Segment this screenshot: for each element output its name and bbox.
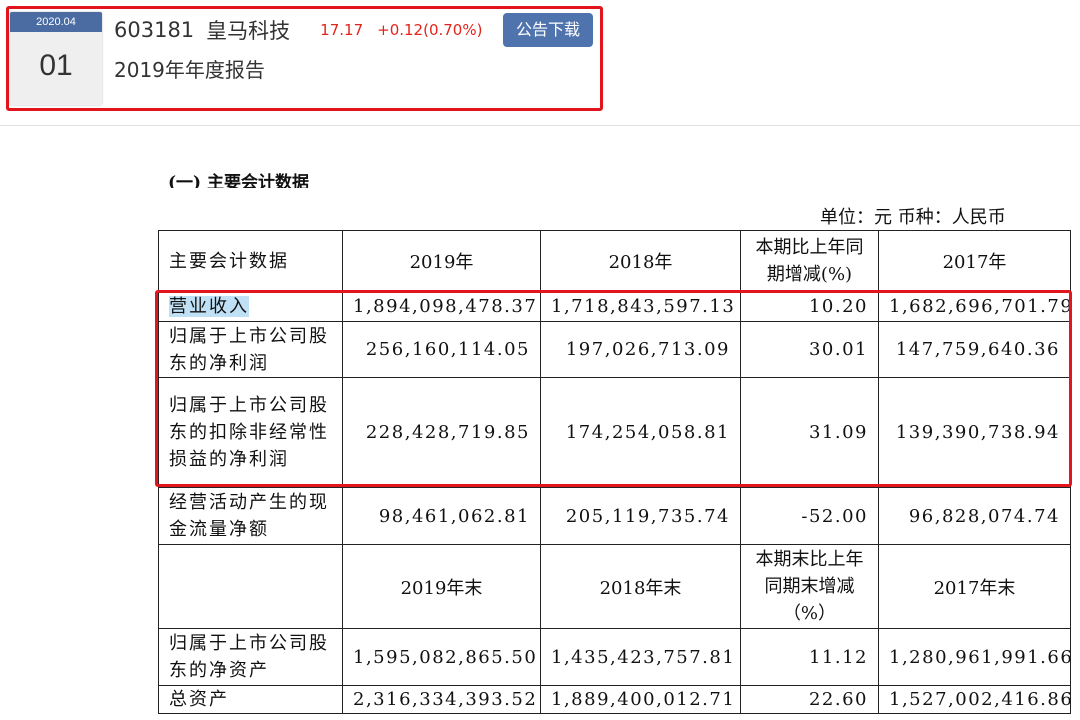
change-percent: 11.12 <box>740 628 879 686</box>
table-row: 归属于上市公司股东的净利润 256,160,114.05 197,026,713… <box>158 321 1071 378</box>
value-2018: 1,435,423,757.81 <box>540 628 741 686</box>
table-header-row: 2019年末 2018年末 本期末比上年同期末增减（%） 2017年末 <box>158 544 1071 629</box>
change-percent: -52.00 <box>740 487 879 545</box>
table-row: 营业收入 1,894,098,478.37 1,718,843,597.13 1… <box>158 291 1072 322</box>
value-2017: 96,828,074.74 <box>878 487 1071 545</box>
stock-code[interactable]: 603181 <box>114 18 194 42</box>
value-2017: 147,759,640.36 <box>878 321 1071 378</box>
header-cell: 2019年 <box>342 230 541 292</box>
table-row: 经营活动产生的现金流量净额 98,461,062.81 205,119,735.… <box>158 487 1071 545</box>
value-2018: 1,889,400,012.71 <box>540 685 741 714</box>
value-2018: 1,718,843,597.13 <box>540 291 741 322</box>
date-badge-month: 2020.04 <box>10 12 102 32</box>
table-row: 归属于上市公司股东的净资产 1,595,082,865.50 1,435,423… <box>158 628 1072 686</box>
row-label: 归属于上市公司股东的净资产 <box>158 628 343 686</box>
header-cell: 2018年 <box>540 230 741 292</box>
value-2019: 228,428,719.85 <box>342 377 541 488</box>
highlighted-label: 营业收入 <box>169 296 249 317</box>
table-header-row: 主要会计数据 2019年 2018年 本期比上年同期增减(%) 2017年 <box>158 230 1071 292</box>
value-2019: 1,894,098,478.37 <box>342 291 541 322</box>
row-label: 经营活动产生的现金流量净额 <box>158 487 343 545</box>
header-cell: 2017年末 <box>878 544 1071 629</box>
download-announcement-button[interactable]: 公告下载 <box>503 13 593 47</box>
change-percent: 30.01 <box>740 321 879 378</box>
value-2017: 1,527,002,416.86 <box>878 685 1072 714</box>
unit-currency-line: 单位：元 币种：人民币 <box>820 207 1006 228</box>
stock-change: +0.12(0.70%) <box>377 21 483 39</box>
row-label: 归属于上市公司股东的扣除非经常性损益的净利润 <box>158 377 343 488</box>
header-cell: 主要会计数据 <box>158 230 343 292</box>
header-cell: 本期比上年同期增减(%) <box>740 230 879 292</box>
value-2019: 98,461,062.81 <box>342 487 541 545</box>
stock-price: 17.17 <box>320 21 364 39</box>
key-accounting-data-table: 主要会计数据 2019年 2018年 本期比上年同期增减(%) 2017年 营业… <box>158 230 1072 714</box>
row-label: 总资产 <box>158 685 343 714</box>
value-2019: 256,160,114.05 <box>342 321 541 378</box>
header-cell: 本期末比上年同期末增减（%） <box>740 544 879 629</box>
header-cell: 2018年末 <box>540 544 741 629</box>
value-2019: 1,595,082,865.50 <box>342 628 541 686</box>
header-cell: 2019年末 <box>342 544 541 629</box>
change-percent: 10.20 <box>740 291 879 322</box>
change-percent: 22.60 <box>740 685 879 714</box>
header-cell: 2017年 <box>878 230 1071 292</box>
value-2017: 1,280,961,991.66 <box>878 628 1072 686</box>
value-2017: 1,682,696,701.79 <box>878 291 1072 322</box>
date-badge-day: 01 <box>39 49 73 82</box>
date-badge: 2020.04 01 <box>10 12 102 105</box>
stock-info-line: 603181 皇马科技 17.17 +0.12(0.70%) <box>114 16 482 44</box>
row-label: 归属于上市公司股东的净利润 <box>158 321 343 378</box>
divider <box>0 125 1080 126</box>
change-percent: 31.09 <box>740 377 879 488</box>
table-row: 归属于上市公司股东的扣除非经常性损益的净利润 228,428,719.85 17… <box>158 377 1071 488</box>
table-row: 总资产 2,316,334,393.52 1,889,400,012.71 22… <box>158 685 1072 714</box>
value-2018: 205,119,735.74 <box>540 487 741 545</box>
value-2019: 2,316,334,393.52 <box>342 685 541 714</box>
header-cell <box>158 544 343 629</box>
section-title: (一) 主要会计数据 <box>168 173 310 188</box>
value-2018: 174,254,058.81 <box>540 377 741 488</box>
report-title[interactable]: 2019年年度报告 <box>114 54 265 83</box>
value-2017: 139,390,738.94 <box>878 377 1071 488</box>
row-label: 营业收入 <box>158 291 343 322</box>
stock-name[interactable]: 皇马科技 <box>206 15 290 45</box>
value-2018: 197,026,713.09 <box>540 321 741 378</box>
